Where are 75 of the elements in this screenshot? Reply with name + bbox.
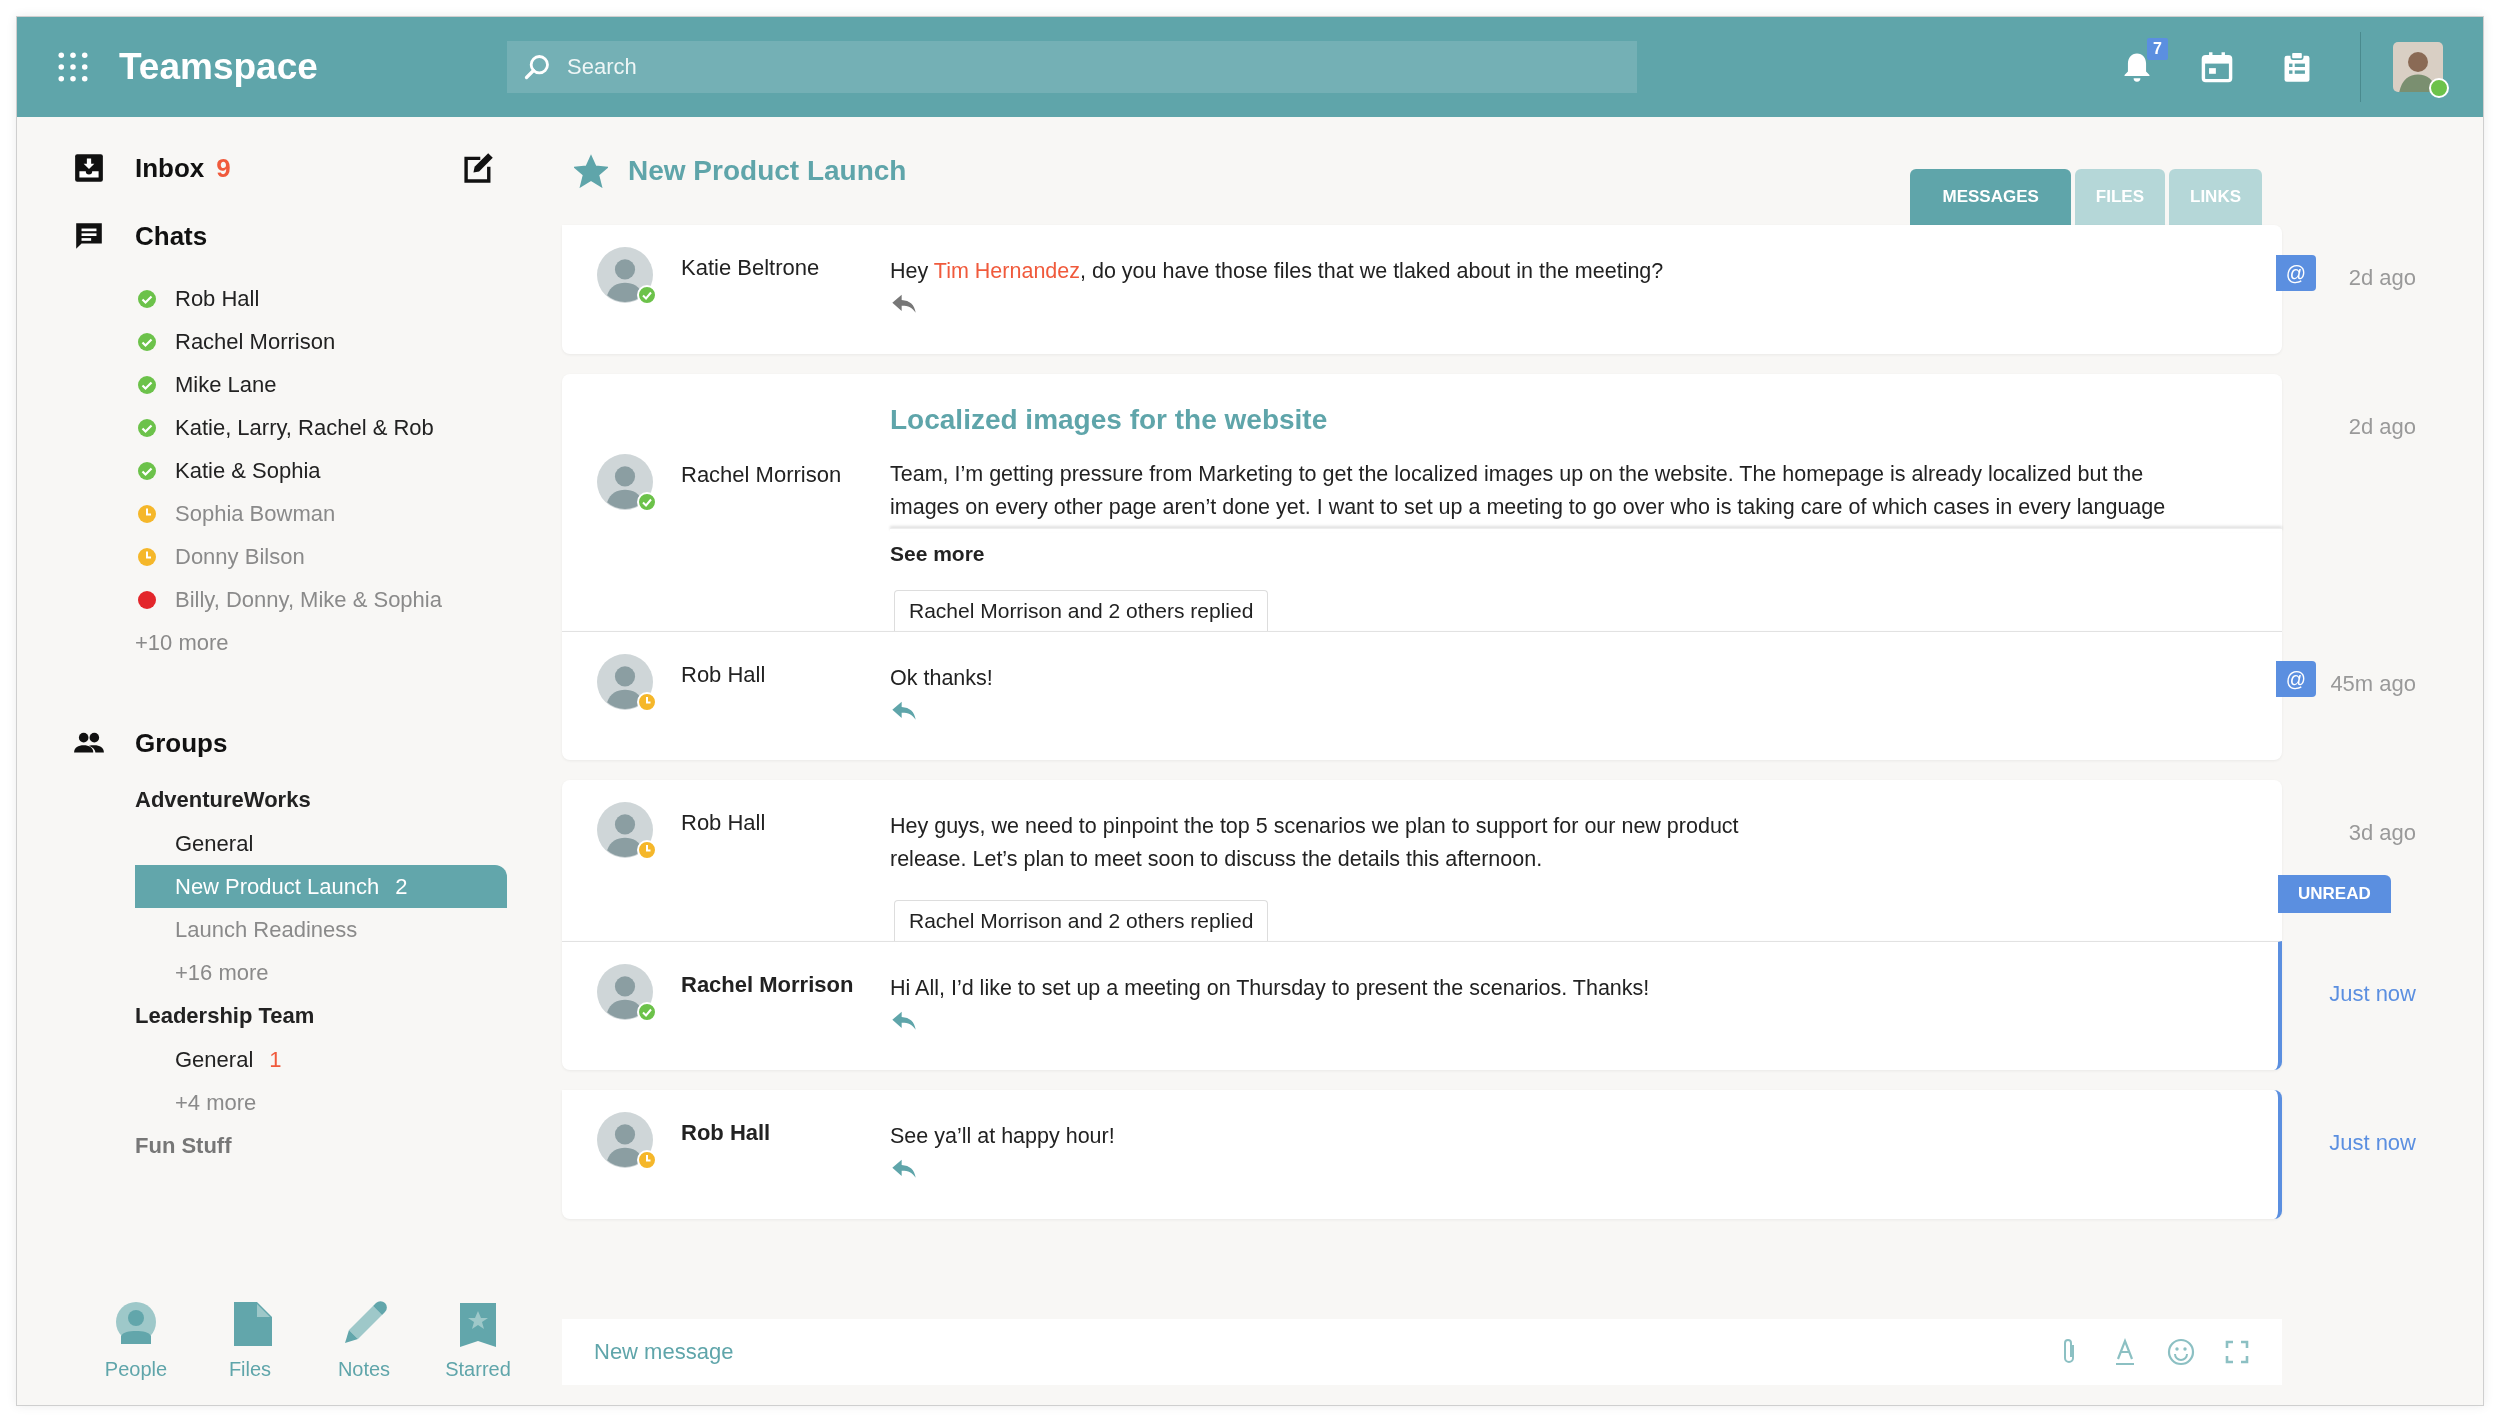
app-title: Teamspace	[119, 46, 319, 88]
inbox-icon	[73, 152, 105, 184]
more-link[interactable]: +4 more	[57, 1081, 257, 1124]
chat-item[interactable]: Mike Lane	[57, 363, 547, 406]
app-grid-icon[interactable]	[57, 51, 89, 83]
author-name: Rob Hall	[681, 810, 766, 836]
chat-item[interactable]: Billy, Donny, Mike & Sophia	[57, 578, 547, 621]
reply-icon[interactable]	[890, 1009, 918, 1033]
chat-item[interactable]: Donny Bilson	[57, 535, 547, 578]
message-time: 45m ago	[2330, 671, 2416, 697]
message-time: 2d ago	[2348, 414, 2416, 440]
author-name: Katie Beltrone	[681, 255, 820, 281]
nav-button[interactable]: People	[99, 1300, 173, 1381]
star-icon[interactable]	[574, 154, 608, 188]
inbox-link[interactable]: Inbox	[135, 152, 205, 184]
more-link[interactable]: +10 more	[57, 621, 229, 664]
tab[interactable]: MESSAGES	[1910, 169, 2071, 225]
channel-item[interactable]: New Product Launch 2	[135, 865, 507, 908]
channel-item[interactable]: Launch Readiness	[135, 908, 507, 951]
avatar-icon	[597, 247, 653, 303]
message-text: Hey Tim Hernandez, do you have those files that we tlaked about in the meeting?	[890, 258, 1664, 285]
message-time: Just now	[2329, 981, 2416, 1007]
channel-title: New Product Launch	[628, 155, 907, 187]
author-name: Rob Hall	[681, 1120, 771, 1146]
chat-item[interactable]: Rachel Morrison	[57, 320, 547, 363]
author-name: Rachel Morrison	[681, 462, 842, 488]
section-heading: Groups	[135, 727, 228, 759]
section-heading: Chats	[135, 220, 208, 252]
mention-link[interactable]: Tim Hernandez	[933, 259, 1080, 283]
composer-bar[interactable]: New message	[562, 1319, 2282, 1385]
avatar-icon	[597, 454, 653, 510]
chat-item[interactable]: Sophia Bowman	[57, 492, 547, 535]
thread-subject: Localized images for the website	[890, 404, 1328, 436]
team-name[interactable]: AdventureWorks	[57, 778, 311, 822]
nav-button[interactable]: Files	[213, 1300, 287, 1381]
calendar-icon[interactable]	[2200, 50, 2234, 84]
nav-button[interactable]: Starred	[441, 1300, 515, 1381]
message-time: Just now	[2329, 1130, 2416, 1156]
compose-icon[interactable]	[461, 151, 495, 185]
chat-item[interactable]: Katie & Sophia	[57, 449, 547, 492]
message-field[interactable]: New message	[592, 1338, 2028, 1366]
mention-badge: @	[2276, 661, 2316, 697]
team-name[interactable]: Fun Stuff	[57, 1124, 232, 1168]
avatar-icon	[597, 654, 653, 710]
user-avatar[interactable]	[2393, 42, 2443, 92]
see-more-link[interactable]: See more	[890, 542, 985, 566]
team-name[interactable]: Leadership Team	[57, 994, 315, 1038]
unread-label: UNREAD	[2278, 875, 2391, 913]
more-link[interactable]: +16 more	[57, 951, 269, 994]
search-icon	[523, 53, 551, 81]
unread-count: 9	[216, 152, 231, 184]
message-text: Hi All, I’d like to set up a meeting on Thursday to present the scenarios. Thanks!	[890, 975, 1650, 1002]
emoji-icon[interactable]	[2166, 1337, 2196, 1367]
chat-item[interactable]: Rob Hall	[57, 277, 547, 320]
message-text: Team, I’m getting pressure from Marketing to get the localized images up on the website. The homepage is already localized but the images on every other page aren’t done yet. I want to set up a meeting to go over who is taking care of which cases in every language	[890, 461, 2166, 521]
author-name: Rob Hall	[681, 662, 766, 688]
reply-icon[interactable]	[890, 699, 918, 723]
channel-item[interactable]: General 1	[135, 1038, 507, 1081]
message-text: See ya’ll at happy hour!	[890, 1123, 1115, 1150]
reply-icon[interactable]	[890, 1157, 918, 1181]
notification-badge: 7	[2147, 38, 2168, 60]
message-time: 2d ago	[2348, 265, 2416, 291]
mention-badge: @	[2276, 255, 2316, 291]
nav-button[interactable]: Notes	[327, 1300, 401, 1381]
author-name: Rachel Morrison	[681, 972, 854, 998]
avatar-icon	[597, 1112, 653, 1168]
message-text: Hey guys, we need to pinpoint the top 5 scenarios we plan to support for our new product release. Let’s plan to meet soon to discuss the details this afternoon.	[890, 813, 1739, 873]
message-text: Ok thanks!	[890, 665, 993, 692]
channel-item[interactable]: General	[135, 822, 507, 865]
search-field[interactable]: Search	[507, 41, 1637, 93]
message-time: 3d ago	[2348, 820, 2416, 846]
reply-icon[interactable]	[890, 292, 918, 316]
avatar-icon	[597, 964, 653, 1020]
avatar-icon	[597, 802, 653, 858]
chat-item[interactable]: Katie, Larry, Rachel & Rob	[57, 406, 547, 449]
